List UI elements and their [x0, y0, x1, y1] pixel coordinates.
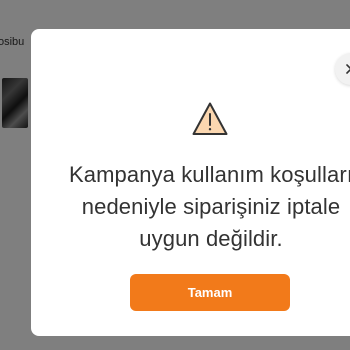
alert-message-line: Kampanya kullanım koşulları: [69, 162, 350, 187]
alert-message-line: uygun değildir.: [139, 226, 283, 251]
alert-message: Kampanya kullanım koşulları nedeniyle si…: [31, 159, 350, 255]
alert-message-line: nedeniyle siparişiniz iptale: [81, 194, 341, 219]
close-button[interactable]: [335, 53, 350, 85]
close-icon: [346, 64, 350, 74]
screen: osibu Kampanya kullanım koşulları nedeni…: [0, 0, 350, 350]
alert-dialog: Kampanya kullanım koşulları nedeniyle si…: [31, 29, 350, 336]
warning-triangle-icon: [192, 102, 228, 135]
ok-button[interactable]: Tamam: [130, 274, 290, 311]
